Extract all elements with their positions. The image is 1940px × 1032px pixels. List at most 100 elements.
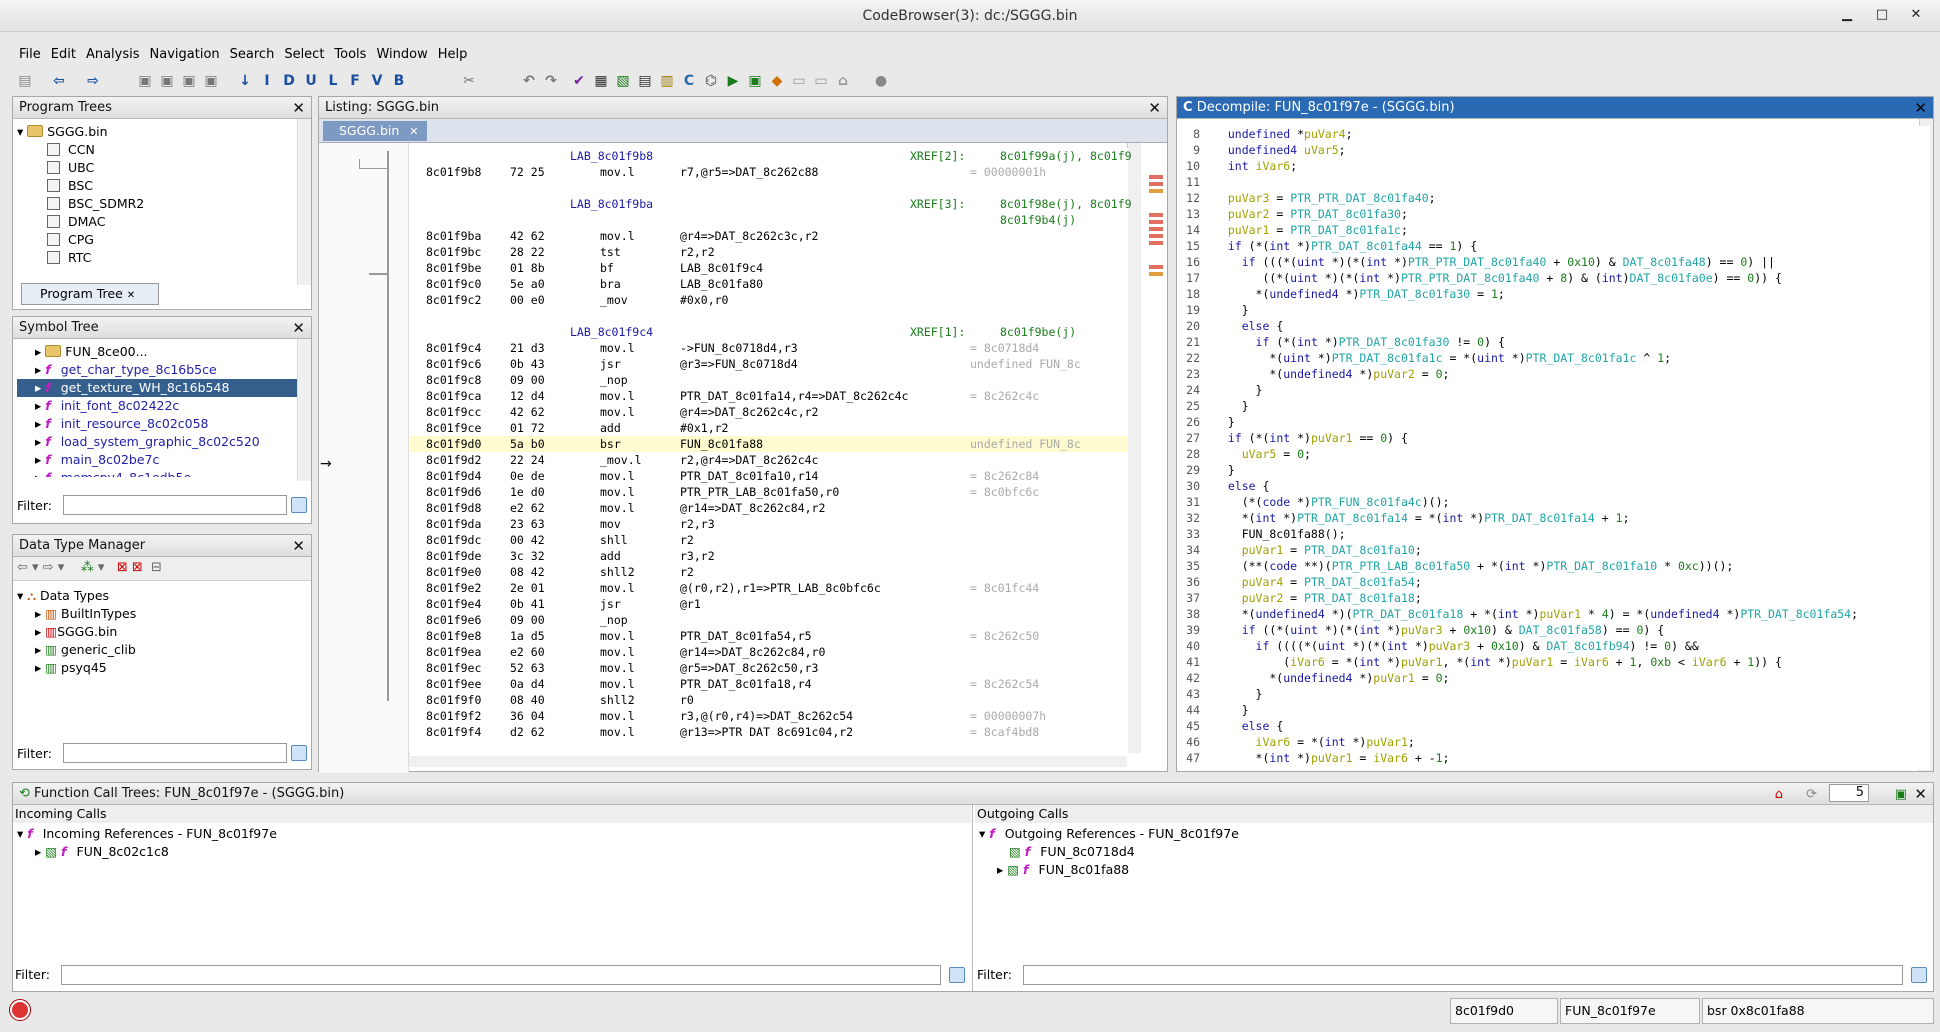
down-arrow-icon[interactable]: ↓ (236, 72, 254, 90)
close-icon[interactable]: ✕ (292, 318, 305, 339)
decompile-line[interactable]: 13 puVar2 = PTR_DAT_8c01fa30; (1178, 206, 1918, 222)
close-icon[interactable]: ✕ (409, 125, 418, 138)
listing-row[interactable]: 8c01f9c6 0b 43 jsr @r3=>FUN_8c0718d4 undefin… (410, 356, 1128, 372)
check-icon[interactable]: ✔ (570, 72, 588, 90)
tree-item[interactable]: ▸ ▥SGGG.bin (17, 623, 136, 641)
cut-icon[interactable]: ✂ (460, 72, 478, 90)
minimize-button[interactable]: ▁ (1837, 7, 1857, 25)
listing-row[interactable]: 8c01f9da 23 63 mov r2,r3 (410, 516, 1128, 532)
listing-row[interactable]: 8c01f9f4 d2 62 mov.l @r13=>PTR DAT 8c691c04… (410, 724, 1128, 740)
decompile-line[interactable]: 24 } (1178, 382, 1918, 398)
nav-undefined-icon[interactable]: U (302, 72, 320, 90)
decompile-line[interactable]: 46 iVar6 = *(int *)puVar1; (1178, 734, 1918, 750)
diamond-icon[interactable]: ◆ (768, 72, 786, 90)
decompile-line[interactable]: 34 puVar1 = PTR_DAT_8c01fa10; (1178, 542, 1918, 558)
decompile-line[interactable]: 43 } (1178, 686, 1918, 702)
dtm-filter-icon[interactable]: ⁂ (81, 560, 94, 575)
decompile-line[interactable]: 32 *(int *)PTR_DAT_8c01fa14 = *(int *)PT… (1178, 510, 1918, 526)
tree-item[interactable]: BSC (17, 177, 144, 195)
scrollbar[interactable] (297, 339, 311, 481)
close-icon[interactable]: ✕ (1914, 784, 1927, 805)
listing-row[interactable]: 8c01f9c8 09 00 _nop (410, 372, 1128, 388)
decompile-line[interactable]: 26 } (1178, 414, 1918, 430)
bytes-icon[interactable]: ▥ (658, 72, 676, 90)
listing-row[interactable]: LAB_8c01f9b8 XREF[2]: 8c01f99a(j), 8c01f9 (410, 148, 1132, 164)
tree-item[interactable]: ▸ ▥ BuiltInTypes (17, 605, 136, 623)
decompile-line[interactable]: 15 if (*(int *)PTR_DAT_8c01fa44 == 1) { (1178, 238, 1918, 254)
decompile-line[interactable]: 37 puVar2 = PTR_DAT_8c01fa18; (1178, 590, 1918, 606)
listing-row[interactable]: 8c01f9f0 08 40 shll2 r0 (410, 692, 1128, 708)
decompile-line[interactable]: 36 puVar4 = PTR_DAT_8c01fa54; (1178, 574, 1918, 590)
listing-row[interactable] (410, 180, 1128, 196)
dtm-filter-input[interactable] (63, 743, 287, 763)
decompile-line[interactable]: 35 (**(code **)(PTR_PTR_LAB_8c01fa50 + *… (1178, 558, 1918, 574)
decompile-line[interactable]: 27 if (*(int *)puVar1 == 0) { (1178, 430, 1918, 446)
depth-spinner[interactable]: 5 (1829, 784, 1869, 802)
undo-icon[interactable]: ↶ (520, 72, 538, 90)
decompile-line[interactable]: 19 } (1178, 302, 1918, 318)
forward-icon[interactable]: ⇨ (84, 72, 102, 90)
listing-row[interactable]: 8c01f9b4(j) (410, 212, 1128, 228)
nav-3-icon[interactable]: ▣ (180, 72, 198, 90)
dtm-arrays-icon[interactable]: ⊠ (117, 560, 128, 575)
graph-icon[interactable]: ⌬ (702, 72, 720, 90)
decompile-line[interactable]: 42 *(undefined4 *)puVar1 = 0; (1178, 670, 1918, 686)
tree-item[interactable]: ▸ FUN_8ce00... (17, 343, 297, 361)
decompile-line[interactable]: 22 *(uint *)PTR_DAT_8c01fa1c = *(uint *)… (1178, 350, 1918, 366)
listing-row[interactable]: 8c01f9e8 1a d5 mov.l PTR_DAT_8c01fa54,r5 = 8… (410, 628, 1128, 644)
listing-row[interactable]: 8c01f9c4 21 d3 mov.l ->FUN_8c0718d4,r3 = 8c0… (410, 340, 1128, 356)
close-window-button[interactable]: ✕ (1906, 7, 1926, 25)
tree-icon[interactable]: ⌂ (834, 72, 852, 90)
decompile-icon[interactable]: C (680, 72, 698, 90)
tree-item[interactable]: UBC (17, 159, 144, 177)
home-icon[interactable]: ⌂ (1775, 784, 1783, 805)
nav-label-icon[interactable]: L (324, 72, 342, 90)
filter-options-icon[interactable] (949, 967, 965, 983)
memory-icon[interactable]: ▤ (636, 72, 654, 90)
close-icon[interactable]: ✕ (1914, 98, 1927, 119)
decompile-line[interactable]: 29 } (1178, 462, 1918, 478)
tree-item[interactable]: ▸ f get_char_type_8c16b5ce (17, 361, 297, 379)
decompile-line[interactable]: 33 FUN_8c01fa88(); (1178, 526, 1918, 542)
tree-item[interactable]: ▸ f main_8c02be7c (17, 451, 297, 469)
listing-row[interactable]: 8c01f9b8 72 25 mov.l r7,@r5=>DAT_8c262c88 = … (410, 164, 1128, 180)
decompile-line[interactable]: 10 int iVar6; (1178, 158, 1918, 174)
help-icon[interactable]: ● (872, 72, 890, 90)
listing-row[interactable]: 8c01f9de 3c 32 add r3,r2 (410, 548, 1128, 564)
tree-item[interactable]: CCN (17, 141, 144, 159)
decompile-line[interactable]: 9 undefined4 uVar5; (1178, 142, 1918, 158)
tree-item[interactable]: ▸ f init_font_8c02422c (17, 397, 297, 415)
listing-row[interactable]: 8c01f9be 01 8b bf LAB_8c01f9c4 (410, 260, 1128, 276)
script-icon[interactable]: ▧ (614, 72, 632, 90)
decompile-line[interactable]: 8 undefined *puVar4; (1178, 126, 1918, 142)
listing-row[interactable]: 8c01f9ce 01 72 add #0x1,r2 (410, 420, 1128, 436)
listing-row[interactable]: 8c01f9e2 2e 01 mov.l @(r0,r2),r1=>PTR_LAB_8… (410, 580, 1128, 596)
dtm-collapse-icon[interactable]: ⊟ (151, 560, 162, 575)
decompile-line[interactable]: 38 *(undefined4 *)(PTR_DAT_8c01fa18 + *(… (1178, 606, 1918, 622)
listing-row[interactable]: 8c01f9e6 09 00 _nop (410, 612, 1128, 628)
tree-item[interactable]: CPG (17, 231, 144, 249)
decompile-line[interactable]: 16 if (((*(uint *)(*(int *)PTR_PTR_DAT_8… (1178, 254, 1918, 270)
tree-root[interactable]: ▾ f Outgoing References - FUN_8c01f97e (979, 825, 1239, 843)
decompile-line[interactable]: 28 uVar5 = 0; (1178, 446, 1918, 462)
close-icon[interactable]: ✕ (1148, 98, 1161, 119)
copy-icon[interactable]: ▭ (812, 72, 830, 90)
menu-file[interactable]: File (14, 46, 46, 64)
listing-row[interactable]: 8c01f9d6 1e d0 mov.l PTR_PTR_LAB_8c01fa50,r… (410, 484, 1128, 500)
decompile-line[interactable]: 11 (1178, 174, 1918, 190)
listing-vscroll[interactable] (1127, 143, 1141, 753)
tree-item[interactable]: DMAC (17, 213, 144, 231)
tree-item[interactable]: ▸ f load_system_graphic_8c02c520 (17, 433, 297, 451)
tree-item[interactable]: ▧ f FUN_8c0718d4 (979, 843, 1239, 861)
filter-options-icon[interactable] (1911, 967, 1927, 983)
listing-row[interactable]: 8c01f9ba 42 62 mov.l @r4=>DAT_8c262c3c,r2 (410, 228, 1128, 244)
tree-item[interactable]: ▸ ▧ f FUN_8c02c1c8 (17, 843, 277, 861)
nav-instruction-icon[interactable]: I (258, 72, 276, 90)
close-icon[interactable]: ✕ (292, 98, 305, 119)
listing-row[interactable]: 8c01f9e4 0b 41 jsr @r1 (410, 596, 1128, 612)
menu-select[interactable]: Select (279, 46, 329, 64)
incoming-filter-input[interactable] (61, 965, 941, 985)
debug-icon[interactable]: ▣ (746, 72, 764, 90)
menu-window[interactable]: Window (371, 46, 432, 64)
redo-icon[interactable]: ↷ (542, 72, 560, 90)
